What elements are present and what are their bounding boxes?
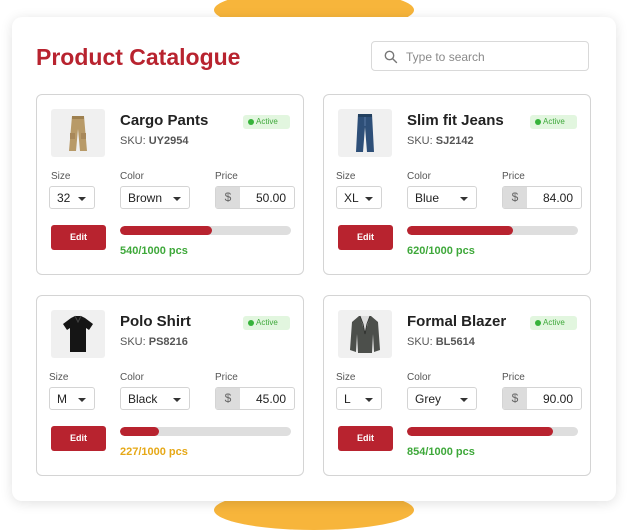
chevron-down-icon bbox=[365, 398, 373, 402]
size-select[interactable]: 32 bbox=[49, 186, 95, 209]
search-icon bbox=[384, 50, 398, 64]
size-select[interactable]: XL bbox=[336, 186, 382, 209]
status-dot-icon bbox=[535, 119, 541, 125]
stock-count: 854/1000 pcs bbox=[407, 446, 475, 458]
product-name: Cargo Pants bbox=[120, 112, 209, 129]
edit-button[interactable]: Edit bbox=[338, 225, 393, 250]
status-badge: Active bbox=[243, 316, 290, 330]
chevron-down-icon bbox=[78, 197, 86, 201]
status-dot-icon bbox=[248, 119, 254, 125]
stock-progress-bar bbox=[407, 427, 578, 436]
stock-progress-bar bbox=[120, 226, 291, 235]
product-card: Slim fit Jeans SKU: SJ2142 Active Size C… bbox=[323, 94, 591, 275]
status-badge: Active bbox=[243, 115, 290, 129]
color-label: Color bbox=[120, 372, 144, 383]
price-label: Price bbox=[502, 372, 525, 383]
color-select[interactable]: Brown bbox=[120, 186, 190, 209]
product-card: Polo Shirt SKU: PS8216 Active Size Color… bbox=[36, 295, 304, 476]
price-input[interactable]: $ 50.00 bbox=[215, 186, 295, 209]
price-value[interactable]: 84.00 bbox=[543, 191, 573, 205]
size-select[interactable]: M bbox=[49, 387, 95, 410]
chevron-down-icon bbox=[173, 197, 181, 201]
edit-button[interactable]: Edit bbox=[51, 225, 106, 250]
stock-progress-fill bbox=[407, 427, 554, 436]
status-badge: Active bbox=[530, 316, 577, 330]
color-label: Color bbox=[407, 171, 431, 182]
product-sku: SKU: UY2954 bbox=[120, 135, 189, 147]
size-label: Size bbox=[51, 171, 71, 182]
currency-symbol: $ bbox=[216, 187, 240, 208]
price-input[interactable]: $ 90.00 bbox=[502, 387, 582, 410]
price-label: Price bbox=[215, 372, 238, 383]
product-name: Slim fit Jeans bbox=[407, 112, 504, 129]
size-select[interactable]: L bbox=[336, 387, 382, 410]
product-card: Formal Blazer SKU: BL5614 Active Size Co… bbox=[323, 295, 591, 476]
edit-button[interactable]: Edit bbox=[338, 426, 393, 451]
product-name: Formal Blazer bbox=[407, 313, 507, 330]
status-dot-icon bbox=[248, 320, 254, 326]
size-label: Size bbox=[336, 171, 356, 182]
color-select[interactable]: Grey bbox=[407, 387, 477, 410]
jeans-image bbox=[338, 109, 392, 157]
stock-progress-bar bbox=[120, 427, 291, 436]
color-select[interactable]: Blue bbox=[407, 186, 477, 209]
price-value[interactable]: 50.00 bbox=[256, 191, 286, 205]
cargo-pants-image bbox=[51, 109, 105, 157]
stock-count: 540/1000 pcs bbox=[120, 245, 188, 257]
currency-symbol: $ bbox=[503, 388, 527, 409]
product-sku: SKU: PS8216 bbox=[120, 336, 188, 348]
size-label: Size bbox=[336, 372, 356, 383]
catalogue-panel: Product Catalogue Cargo Pants SKU: UY295… bbox=[12, 17, 616, 501]
chevron-down-icon bbox=[460, 398, 468, 402]
search-input[interactable] bbox=[404, 47, 584, 67]
status-dot-icon bbox=[535, 320, 541, 326]
chevron-down-icon bbox=[460, 197, 468, 201]
product-card: Cargo Pants SKU: UY2954 Active Size Colo… bbox=[36, 94, 304, 275]
price-label: Price bbox=[215, 171, 238, 182]
price-value[interactable]: 45.00 bbox=[256, 392, 286, 406]
product-sku: SKU: BL5614 bbox=[407, 336, 475, 348]
price-value[interactable]: 90.00 bbox=[543, 392, 573, 406]
chevron-down-icon bbox=[78, 398, 86, 402]
price-label: Price bbox=[502, 171, 525, 182]
edit-button[interactable]: Edit bbox=[51, 426, 106, 451]
chevron-down-icon bbox=[365, 197, 373, 201]
color-label: Color bbox=[407, 372, 431, 383]
stock-progress-fill bbox=[120, 226, 213, 235]
stock-count: 620/1000 pcs bbox=[407, 245, 475, 257]
stock-progress-fill bbox=[407, 226, 514, 235]
polo-shirt-image bbox=[51, 310, 105, 358]
blazer-image bbox=[338, 310, 392, 358]
stock-progress-bar bbox=[407, 226, 578, 235]
price-input[interactable]: $ 45.00 bbox=[215, 387, 295, 410]
stock-count: 227/1000 pcs bbox=[120, 446, 188, 458]
currency-symbol: $ bbox=[503, 187, 527, 208]
page-title: Product Catalogue bbox=[36, 44, 241, 70]
currency-symbol: $ bbox=[216, 388, 240, 409]
price-input[interactable]: $ 84.00 bbox=[502, 186, 582, 209]
color-select[interactable]: Black bbox=[120, 387, 190, 410]
search-box[interactable] bbox=[371, 41, 589, 71]
product-sku: SKU: SJ2142 bbox=[407, 135, 474, 147]
product-name: Polo Shirt bbox=[120, 313, 191, 330]
stock-progress-fill bbox=[120, 427, 159, 436]
color-label: Color bbox=[120, 171, 144, 182]
chevron-down-icon bbox=[173, 398, 181, 402]
size-label: Size bbox=[49, 372, 69, 383]
status-badge: Active bbox=[530, 115, 577, 129]
